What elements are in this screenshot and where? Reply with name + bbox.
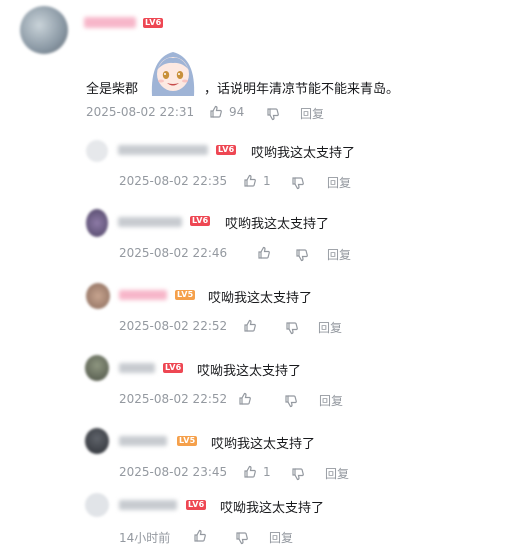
reply-level-badge: LV5: [175, 290, 196, 300]
reply-username[interactable]: [119, 436, 167, 446]
thumbs-down-icon[interactable]: [291, 175, 305, 194]
reply-avatar[interactable]: [86, 283, 110, 309]
thumbs-down-icon[interactable]: [266, 106, 280, 125]
thumbs-down-icon[interactable]: [295, 247, 309, 266]
reply-avatar[interactable]: [85, 493, 109, 517]
reply-level-badge: LV6: [163, 363, 184, 373]
reply-username[interactable]: [119, 500, 177, 510]
main-like-count: 94: [229, 105, 245, 119]
reply-timestamp: 2025-08-02 22:46: [119, 246, 228, 260]
reply-text: 哎呦我这太支持了: [220, 501, 325, 516]
reply-username[interactable]: [118, 145, 208, 155]
main-avatar[interactable]: [20, 6, 68, 54]
reply-level-badge: LV5: [177, 436, 198, 446]
thumbs-up-icon[interactable]: [257, 245, 271, 264]
reply-like-count: 1: [263, 174, 271, 188]
reply-button[interactable]: 回复: [327, 174, 351, 191]
reply-text: 哎哟我这太支持了: [225, 217, 330, 232]
thumbs-down-icon[interactable]: [291, 466, 305, 485]
main-reply-button[interactable]: 回复: [300, 105, 324, 122]
thumbs-up-icon[interactable]: [243, 464, 257, 483]
reply-timestamp: 2025-08-02 22:52: [119, 319, 228, 333]
reply-username[interactable]: [118, 217, 182, 227]
reply-level-badge: LV6: [190, 216, 211, 226]
reply-avatar[interactable]: [86, 140, 108, 162]
reply-text: 哎哟我这太支持了: [211, 437, 316, 452]
reply-like-count: 1: [263, 465, 271, 479]
main-username[interactable]: [84, 17, 136, 28]
reply-timestamp: 2025-08-02 23:45: [119, 465, 228, 479]
reply-button[interactable]: 回复: [325, 465, 349, 482]
thumbs-up-icon[interactable]: [243, 173, 257, 192]
reply-username[interactable]: [119, 363, 155, 373]
thumbs-down-icon[interactable]: [235, 530, 249, 549]
reply-level-badge: LV6: [216, 145, 237, 155]
main-comment-text-b: ，话说明年清凉节能不能来青岛。: [204, 82, 400, 97]
thumbs-up-icon[interactable]: [238, 391, 252, 410]
reply-text: 哎哟我这太支持了: [251, 146, 356, 161]
reply-timestamp: 2025-08-02 22:35: [119, 174, 228, 188]
reply-timestamp: 14小时前: [119, 531, 171, 545]
reply-text: 哎呦我这太支持了: [208, 291, 313, 306]
thumbs-down-icon[interactable]: [284, 393, 298, 412]
thumbs-up-icon[interactable]: [243, 318, 257, 337]
reply-text: 哎呦我这太支持了: [197, 364, 302, 379]
cheshire-sticker: [144, 44, 202, 98]
thumbs-down-icon[interactable]: [285, 320, 299, 339]
reply-button[interactable]: 回复: [318, 319, 342, 336]
reply-button[interactable]: 回复: [327, 246, 351, 263]
main-comment-text-a: 全是柴郡: [86, 82, 139, 97]
main-timestamp: 2025-08-02 22:31: [86, 105, 195, 119]
reply-button[interactable]: 回复: [269, 529, 293, 546]
thumbs-up-icon[interactable]: [209, 104, 223, 123]
main-level-badge: LV6: [143, 18, 164, 28]
reply-avatar[interactable]: [86, 209, 108, 237]
reply-level-badge: LV6: [186, 500, 207, 510]
reply-username[interactable]: [119, 290, 167, 300]
reply-avatar[interactable]: [85, 428, 109, 454]
reply-timestamp: 2025-08-02 22:52: [119, 392, 228, 406]
reply-avatar[interactable]: [85, 355, 109, 381]
thumbs-up-icon[interactable]: [193, 528, 207, 547]
reply-button[interactable]: 回复: [319, 392, 343, 409]
